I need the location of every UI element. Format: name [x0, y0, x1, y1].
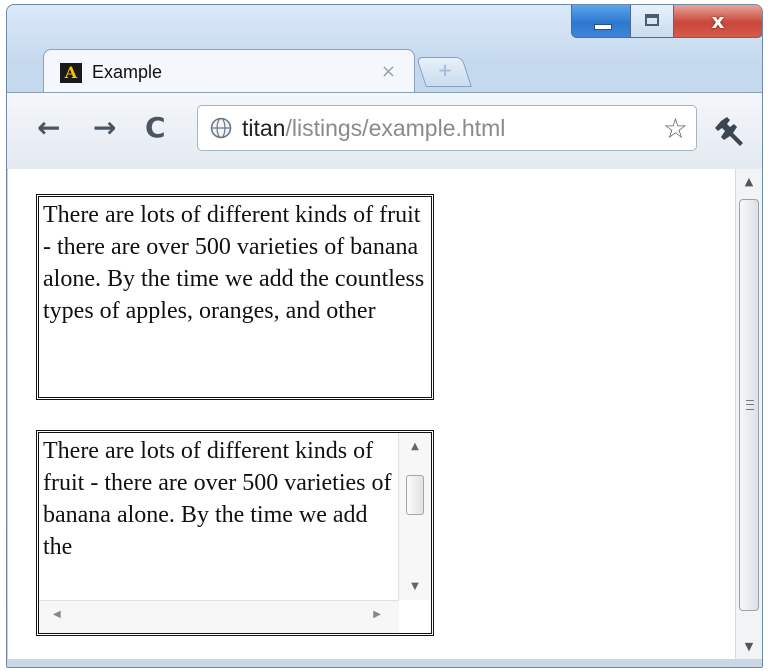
page-vertical-scrollbar[interactable]: ▲ ▼	[735, 169, 762, 659]
box-scroll-right-arrow-icon[interactable]: ▶	[373, 609, 381, 620]
scroll-up-arrow-icon[interactable]: ▲	[736, 175, 762, 188]
wrench-icon[interactable]	[715, 113, 749, 147]
overflow-hidden-box: There are lots of different kinds of fru…	[36, 194, 434, 400]
favicon-icon: A	[60, 63, 82, 83]
globe-icon	[210, 117, 232, 139]
close-window-button[interactable]: x	[673, 5, 762, 38]
bookmark-star-icon[interactable]: ☆	[663, 112, 688, 145]
box-scroll-left-arrow-icon[interactable]: ◀	[53, 609, 61, 620]
scroll-thumb[interactable]	[739, 199, 759, 611]
overflow-scroll-box[interactable]: There are lots of different kinds of fru…	[36, 430, 434, 636]
new-tab-button[interactable]: +	[416, 57, 472, 87]
url-text: titan/listings/example.html	[242, 115, 505, 142]
scrollbar-corner	[399, 601, 431, 633]
grip-icon	[746, 400, 754, 410]
maximize-icon	[645, 14, 659, 26]
box-vertical-scrollbar[interactable]: ▲ ▼	[398, 433, 431, 600]
tab-title: Example	[92, 62, 163, 82]
toolbar: ← → C titan/listings/example.html ☆	[7, 92, 762, 170]
reload-button[interactable]: C	[145, 111, 166, 144]
url-host: titan	[242, 115, 286, 141]
tab-close-icon[interactable]: ×	[381, 61, 396, 82]
scroll-down-arrow-icon[interactable]: ▼	[736, 640, 762, 653]
window-bottom-border	[7, 659, 762, 667]
forward-button[interactable]: →	[93, 111, 116, 144]
plus-icon: +	[437, 60, 453, 81]
fruit-paragraph: There are lots of different kinds of fru…	[43, 202, 425, 324]
minimize-button[interactable]	[571, 5, 631, 38]
box-horizontal-scrollbar[interactable]: ◀ ▶	[39, 600, 399, 633]
close-icon: x	[711, 9, 725, 33]
minimize-icon	[594, 24, 612, 30]
tab-example[interactable]: A Example ×	[43, 49, 415, 93]
box-scroll-down-arrow-icon[interactable]: ▼	[399, 581, 431, 592]
address-bar[interactable]: titan/listings/example.html ☆	[197, 105, 697, 151]
box-scroll-up-arrow-icon[interactable]: ▲	[399, 441, 431, 452]
url-path: /listings/example.html	[285, 115, 506, 141]
box-scroll-thumb[interactable]	[406, 475, 424, 515]
fruit-paragraph-scrollable: There are lots of different kinds of fru…	[43, 438, 392, 560]
maximize-button[interactable]	[630, 5, 674, 38]
back-button[interactable]: ←	[37, 111, 60, 144]
